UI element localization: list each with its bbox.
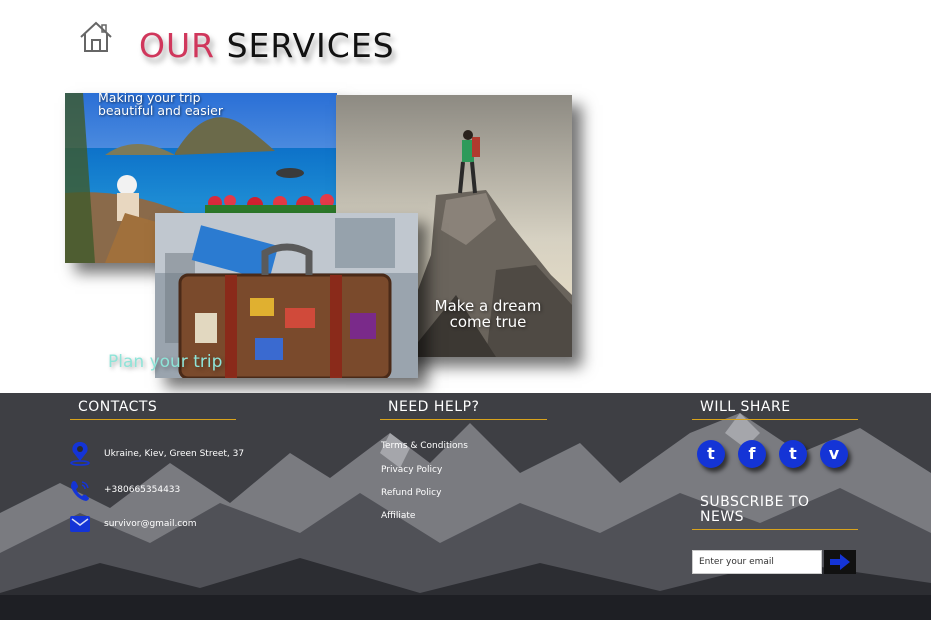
privacy-link[interactable]: Privacy Policy xyxy=(381,465,442,476)
will-share-heading: WILL SHARE xyxy=(692,400,858,420)
title-rest: SERVICES xyxy=(226,26,395,65)
page-title: OUR SERVICES xyxy=(139,26,395,65)
title-accent: OUR xyxy=(139,26,216,65)
need-help-heading: NEED HELP? xyxy=(380,400,547,420)
sea-photo-caption: Making your trip beautiful and easier xyxy=(98,90,224,118)
subscribe-heading: SUBSCRIBE TO NEWS xyxy=(692,495,858,530)
vimeo-icon[interactable]: v xyxy=(820,440,848,468)
contact-address: Ukraine, Kiev, Green Street, 37 xyxy=(104,449,245,459)
contact-phone[interactable]: +380665354433 xyxy=(104,485,180,496)
subscribe-submit-button[interactable] xyxy=(824,550,856,574)
footer: CONTACTS Ukraine, Kiev, Green Street, 37… xyxy=(0,393,931,620)
facebook-icon[interactable]: f xyxy=(738,440,766,468)
home-icon[interactable] xyxy=(78,20,114,54)
terms-link[interactable]: Terms & Conditions xyxy=(381,441,468,452)
plan-trip-caption: Plan your trip xyxy=(108,352,223,372)
map-pin-icon xyxy=(70,442,90,466)
contact-email[interactable]: survivor@gmail.com xyxy=(104,519,197,530)
contacts-heading: CONTACTS xyxy=(70,400,236,420)
newsletter-email-input[interactable] xyxy=(692,550,822,574)
dream-photo-caption: Make a dream come true xyxy=(434,297,542,331)
refund-link[interactable]: Refund Policy xyxy=(381,488,441,499)
twitter-icon[interactable]: t xyxy=(697,440,725,468)
footer-bottom-strip xyxy=(0,595,931,620)
affiliate-link[interactable]: Affiliate xyxy=(381,511,415,522)
tumblr-icon[interactable]: t xyxy=(779,440,807,468)
arrow-right-icon xyxy=(830,554,850,570)
phone-icon[interactable] xyxy=(68,477,92,503)
envelope-icon[interactable] xyxy=(68,512,92,538)
